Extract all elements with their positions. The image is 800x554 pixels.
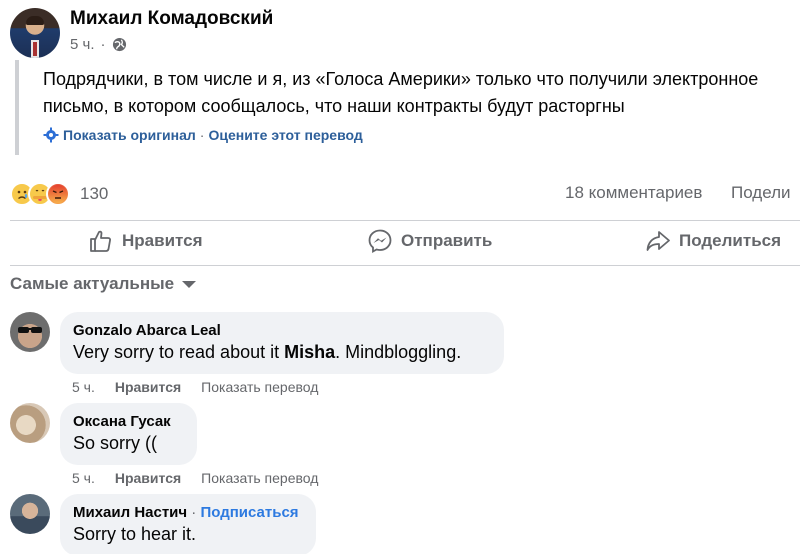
like-button[interactable]: Нравится: [88, 222, 203, 260]
thumbs-up-icon: [90, 230, 111, 252]
comment-like-button[interactable]: Нравится: [115, 379, 181, 395]
share-count[interactable]: Подели: [731, 183, 791, 203]
mention-text: Misha: [284, 342, 336, 362]
share-arrow-icon: [646, 231, 670, 251]
gear-icon: [43, 127, 59, 143]
translation-row: Показать оригинал · Оцените этот перевод: [43, 127, 363, 143]
comment-actions: 5 ч. Нравится Показать перевод: [72, 379, 318, 395]
post-actions: Нравится Отправить Поделиться: [0, 222, 800, 262]
follow-button[interactable]: Подписаться: [200, 504, 298, 521]
messenger-icon: [368, 229, 392, 254]
author-name[interactable]: Михаил Комадовский: [70, 8, 273, 30]
comment-sort-dropdown[interactable]: Самые актуальные: [10, 274, 197, 294]
comment-item: Оксана Гусак So sorry (( 5 ч. Нравится П…: [10, 403, 790, 486]
comment-bubble: Оксана Гусак So sorry ((: [60, 403, 197, 465]
reactions-summary[interactable]: 130: [10, 182, 108, 206]
post-time[interactable]: 5 ч.: [70, 36, 95, 53]
comment-actions: 5 ч. Нравится Показать перевод: [72, 470, 318, 486]
commenter-name[interactable]: Gonzalo Abarca Leal: [73, 322, 491, 339]
commenter-name[interactable]: Оксана Гусак: [73, 413, 184, 430]
send-button[interactable]: Отправить: [367, 222, 492, 260]
globe-icon: [112, 37, 126, 52]
comment-like-button[interactable]: Нравится: [115, 470, 181, 486]
divider: [10, 265, 800, 266]
comment-item: Михаил Настич · Подписаться Sorry to hea…: [10, 494, 790, 554]
comment-count[interactable]: 18 комментариев: [565, 183, 702, 203]
angry-emoji-icon: [46, 182, 70, 206]
comment-text: Very sorry to read about it Misha. Mindb…: [73, 342, 462, 362]
avatar[interactable]: [10, 403, 50, 443]
avatar[interactable]: [10, 312, 50, 352]
send-label: Отправить: [401, 231, 493, 250]
comment-time[interactable]: 5 ч.: [72, 470, 95, 486]
share-label: Поделиться: [679, 231, 782, 250]
name-separator: ·: [191, 504, 197, 521]
show-translation-link[interactable]: Показать перевод: [201, 470, 318, 486]
author-avatar[interactable]: [10, 8, 60, 58]
post-header: Михаил Комадовский 5 ч. ·: [10, 5, 790, 58]
comment-text: Sorry to hear it.: [73, 524, 197, 544]
post-body: Подрядчики, в том числе и я, из «Голоса …: [15, 60, 795, 155]
post-text: Подрядчики, в том числе и я, из «Голоса …: [43, 69, 759, 116]
chevron-down-icon: [182, 280, 197, 288]
like-label: Нравится: [122, 231, 203, 250]
post-meta: 5 ч. ·: [70, 36, 127, 53]
avatar[interactable]: [10, 494, 50, 534]
commenter-name[interactable]: Михаил Настич: [73, 504, 187, 521]
post-stats: 130 18 комментариев Подели: [10, 180, 800, 208]
commenter-name-row: Михаил Настич · Подписаться: [73, 504, 303, 521]
comment-time[interactable]: 5 ч.: [72, 379, 95, 395]
comment-text: So sorry ((: [73, 433, 158, 453]
comment-item: Gonzalo Abarca Leal Very sorry to read a…: [10, 312, 790, 395]
comment-bubble: Gonzalo Abarca Leal Very sorry to read a…: [60, 312, 504, 374]
sort-label: Самые актуальные: [10, 274, 175, 293]
share-button[interactable]: Поделиться: [645, 222, 781, 260]
show-original-link[interactable]: Показать оригинал: [63, 127, 196, 143]
translate-separator: ·: [199, 127, 205, 143]
comment-bubble: Михаил Настич · Подписаться Sorry to hea…: [60, 494, 316, 554]
rate-translation-link[interactable]: Оцените этот перевод: [208, 127, 362, 143]
divider: [10, 220, 800, 221]
show-translation-link[interactable]: Показать перевод: [201, 379, 318, 395]
meta-separator: ·: [100, 36, 106, 53]
reaction-count[interactable]: 130: [80, 184, 108, 204]
